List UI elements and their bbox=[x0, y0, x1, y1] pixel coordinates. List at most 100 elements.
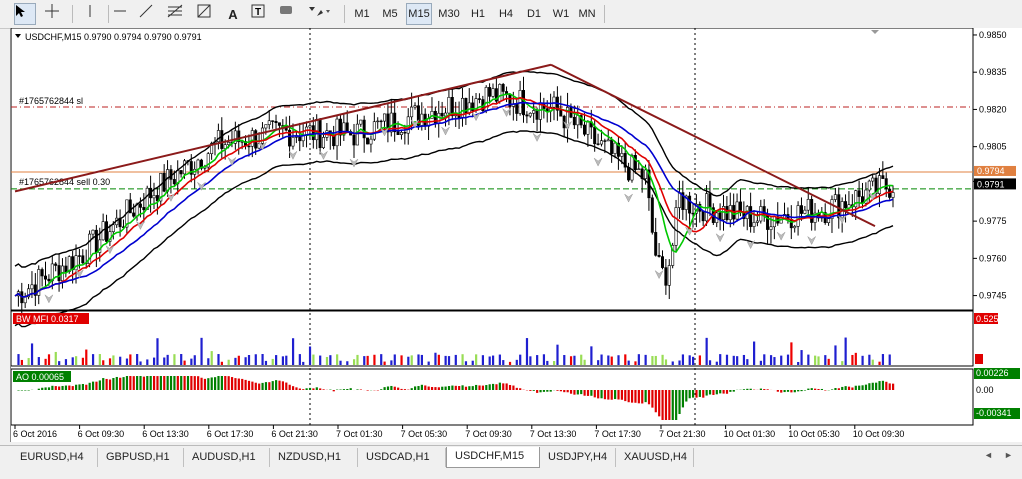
ao-bar bbox=[630, 390, 634, 403]
ao-bar bbox=[732, 390, 735, 392]
bwmfi-bar bbox=[634, 361, 637, 365]
bwmfi-histogram bbox=[17, 337, 891, 365]
timeframe-m1-button[interactable]: M1 bbox=[350, 3, 374, 25]
trendline-icon[interactable] bbox=[138, 3, 160, 25]
price-tick-label: 0.9850 bbox=[979, 30, 1007, 40]
gann-icon[interactable] bbox=[196, 3, 218, 25]
vertical-line-icon[interactable] bbox=[82, 3, 104, 25]
ao-bar bbox=[285, 382, 288, 390]
fibonacci-icon[interactable] bbox=[166, 3, 188, 25]
candle-body bbox=[633, 155, 637, 171]
horizontal-line-icon[interactable] bbox=[112, 3, 134, 25]
bwmfi-bar bbox=[827, 358, 830, 365]
ao-bar bbox=[580, 390, 583, 395]
symbol-tab[interactable]: GBPUSD,H1 bbox=[98, 448, 184, 467]
price-tick-label: 0.9805 bbox=[979, 142, 1007, 152]
symbol-tab[interactable]: USDCHF,M15 bbox=[446, 447, 540, 468]
timeframe-d1-button[interactable]: D1 bbox=[522, 3, 546, 25]
text-label-icon[interactable]: T bbox=[250, 3, 272, 25]
timeframe-m15-button[interactable]: M15 bbox=[406, 3, 432, 25]
ao-bar bbox=[881, 380, 885, 390]
bwmfi-bar bbox=[841, 361, 844, 365]
symbol-tab[interactable]: AUDUSD,H1 bbox=[184, 448, 270, 467]
ao-bar bbox=[458, 386, 461, 390]
ao-bar bbox=[586, 390, 590, 396]
ao-bar bbox=[444, 386, 447, 390]
bwmfi-bar bbox=[705, 337, 708, 365]
bwmfi-bar bbox=[583, 359, 586, 365]
bwmfi-bar bbox=[281, 356, 285, 365]
time-label: 7 Oct 01:30 bbox=[336, 429, 383, 439]
bwmfi-bar bbox=[763, 354, 766, 365]
bwmfi-bar bbox=[363, 356, 366, 365]
ao-bar bbox=[214, 377, 217, 390]
ao-bar bbox=[91, 381, 95, 390]
timeframe-h4-button[interactable]: H4 bbox=[494, 3, 518, 25]
rectangle-icon[interactable] bbox=[278, 3, 300, 25]
timeframe-m30-button[interactable]: M30 bbox=[436, 3, 462, 25]
bwmfi-bar bbox=[525, 338, 529, 365]
tabs-scroll-left-icon[interactable]: ◄ bbox=[984, 450, 993, 460]
bwmfi-bar bbox=[881, 354, 885, 365]
bwmfi-bar bbox=[736, 356, 739, 365]
candle-body bbox=[844, 201, 848, 209]
candle-body bbox=[345, 122, 349, 132]
symbol-tab[interactable]: XAUUSD,H4 bbox=[616, 448, 694, 467]
time-label: 7 Oct 09:30 bbox=[465, 429, 512, 439]
bwmfi-bar bbox=[75, 356, 78, 365]
fractal-arrow bbox=[105, 245, 115, 255]
symbol-tab[interactable]: USDCAD,H1 bbox=[358, 448, 446, 467]
bwmfi-bar bbox=[37, 357, 40, 365]
arrows-icon[interactable] bbox=[306, 3, 336, 25]
ao-bar bbox=[498, 382, 501, 390]
ao-bar bbox=[888, 383, 891, 390]
bwmfi-bar bbox=[624, 354, 627, 365]
candle-body bbox=[576, 115, 580, 126]
symbol-tab[interactable]: NZDUSD,H1 bbox=[270, 448, 358, 467]
time-label: 6 Oct 21:30 bbox=[271, 429, 318, 439]
bwmfi-bar bbox=[393, 354, 396, 365]
crosshair-icon[interactable] bbox=[44, 3, 66, 25]
bwmfi-bar bbox=[207, 358, 210, 365]
symbol-tab[interactable]: USDJPY,H4 bbox=[540, 448, 616, 467]
candle-body bbox=[138, 203, 142, 208]
candle-body bbox=[420, 113, 424, 126]
candle-body bbox=[132, 212, 136, 217]
chart-area[interactable]: 0.9850 0.9835 0.9820 0.9805 0.9775 0.9760 0.97… bbox=[10, 28, 1022, 442]
ao-bar bbox=[678, 390, 681, 414]
tabs-scroll-right-icon[interactable]: ► bbox=[1004, 450, 1013, 460]
text-icon[interactable]: A bbox=[222, 3, 244, 25]
ao-bar bbox=[464, 386, 468, 390]
candle-body bbox=[311, 125, 315, 141]
fractal-arrow bbox=[776, 231, 786, 241]
bwmfi-bar bbox=[664, 359, 668, 365]
ao-bar bbox=[397, 387, 400, 390]
bwmfi-bar bbox=[139, 361, 142, 365]
ao-bar bbox=[603, 390, 607, 400]
price-chart[interactable]: 0.9850 0.9835 0.9820 0.9805 0.9775 0.9760 0.97… bbox=[11, 28, 1022, 442]
price-tick-label: 0.9760 bbox=[979, 253, 1007, 263]
bwmfi-bar bbox=[678, 360, 681, 365]
bwmfi-bar bbox=[691, 356, 695, 365]
ao-bar bbox=[644, 390, 647, 403]
ao-bar bbox=[793, 390, 796, 393]
candle-body bbox=[166, 169, 170, 192]
cursor-icon[interactable] bbox=[14, 3, 36, 25]
toolbar: A T M1 M5 M15 M30 H1 H4 D1 W1 MN bbox=[0, 0, 1022, 29]
main-pane-border bbox=[11, 28, 974, 311]
candle-body bbox=[596, 143, 600, 145]
symbol-tab[interactable]: EURUSD,H4 bbox=[12, 448, 98, 467]
bwmfi-bar bbox=[434, 352, 437, 365]
candle-body bbox=[172, 179, 176, 185]
timeframe-mn-button[interactable]: MN bbox=[576, 3, 598, 25]
bwmfi-bar bbox=[356, 354, 359, 365]
timeframe-w1-button[interactable]: W1 bbox=[550, 3, 572, 25]
bwmfi-bar bbox=[671, 361, 674, 365]
ao-bar bbox=[247, 380, 251, 390]
ao-bar bbox=[139, 376, 142, 390]
ao-bar bbox=[610, 390, 613, 400]
timeframe-m5-button[interactable]: M5 bbox=[378, 3, 402, 25]
timeframe-h1-button[interactable]: H1 bbox=[466, 3, 490, 25]
candle-body bbox=[518, 90, 522, 114]
candle-body bbox=[467, 102, 471, 114]
